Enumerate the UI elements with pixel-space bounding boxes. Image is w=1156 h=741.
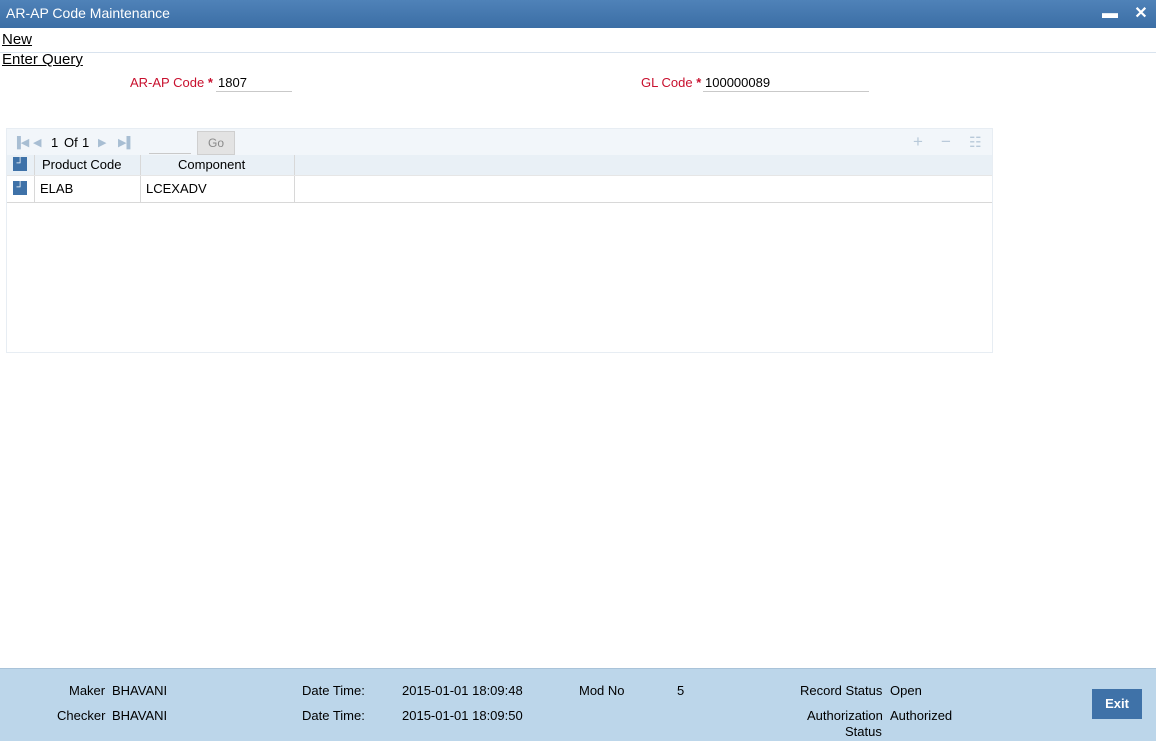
minimize-icon[interactable]: ▬ [1099,3,1121,25]
of-label: Of [64,135,78,150]
checker-datetime-label: Date Time: [302,708,365,723]
record-status-label: Record Status [800,683,883,698]
cell-product-code[interactable]: ELAB [35,176,141,202]
go-button[interactable]: Go [197,131,235,155]
exit-button[interactable]: Exit [1092,689,1142,719]
select-all-checkbox[interactable]: ┘ [13,157,27,171]
enter-query-link[interactable]: Enter Query [2,51,83,68]
next-page-icon[interactable]: ▶ [98,136,106,149]
maker-label: Maker [69,683,106,698]
new-link[interactable]: New [2,31,32,48]
arap-code-input[interactable] [216,73,292,92]
authorization-status-label-2: Status [845,724,882,739]
checker-label: Checker [57,708,106,723]
checker-datetime-value: 2015-01-01 18:09:50 [402,708,523,723]
row-checkbox[interactable]: ┘ [13,181,27,195]
page-number-input[interactable] [149,133,191,154]
title-bar: AR-AP Code Maintenance ▬ ✕ [0,0,1156,28]
column-header-component[interactable]: Component [141,155,295,175]
authorization-status-value: Authorized [890,708,953,723]
cell-component[interactable]: LCEXADV [141,176,295,202]
grid-header: ┘ Product Code Component [7,155,992,175]
authorization-status-label: Authorization [807,708,883,723]
maker-datetime-value: 2015-01-01 18:09:48 [402,683,523,698]
record-status-value: Open [890,683,922,698]
arap-code-label: AR-AP Code * [130,75,213,90]
menu-bar: New [0,28,1156,53]
gl-code-label: GL Code * [641,75,702,90]
close-icon[interactable]: ✕ [1130,3,1152,25]
column-header-product-code[interactable]: Product Code [35,155,141,175]
mod-no-label: Mod No [579,683,625,698]
plus-icon[interactable]: + [913,132,923,152]
list-icon[interactable]: ☷ [969,134,982,151]
total-pages: 1 [82,135,90,150]
checker-value: BHAVANI [112,708,168,723]
first-page-icon[interactable]: ▐◀ [13,136,29,149]
last-page-icon[interactable]: ▶▌ [118,136,134,149]
gl-code-input[interactable] [703,73,869,92]
maker-value: BHAVANI [112,683,168,698]
maker-datetime-label: Date Time: [302,683,365,698]
table-row[interactable]: ┘ ELAB LCEXADV [7,175,992,203]
product-component-grid: ▐◀ ◀ 1 Of 1 ▶ ▶▌ Go + − ☷ ┘ Product Code… [6,128,993,353]
prev-page-icon[interactable]: ◀ [33,136,41,149]
window-title: AR-AP Code Maintenance [6,5,170,21]
grid-toolbar: ▐◀ ◀ 1 Of 1 ▶ ▶▌ Go + − ☷ [7,129,992,155]
current-page: 1 [51,135,59,150]
minus-icon[interactable]: − [941,132,951,152]
mod-no-value: 5 [677,683,685,698]
audit-footer: Maker BHAVANI Checker BHAVANI Date Time:… [0,668,1156,741]
